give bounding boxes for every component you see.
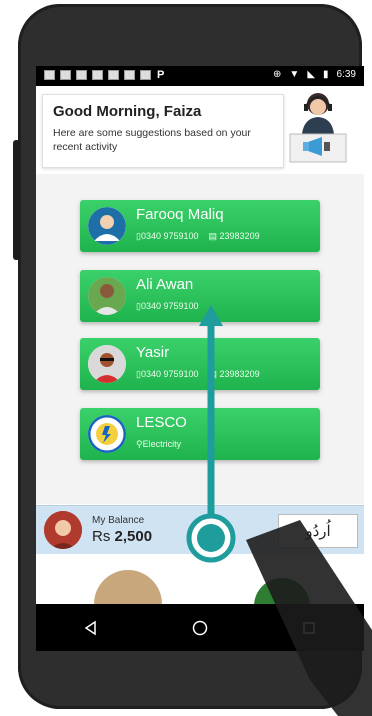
notification-icon [124, 70, 135, 80]
vibrate-icon: ⊕ [273, 69, 282, 80]
support-agent-icon[interactable] [288, 90, 348, 170]
balance-currency: Rs [92, 528, 111, 545]
balance-value: Rs 2,500 [92, 528, 152, 545]
contact-account: 23983209 [219, 231, 260, 241]
notification-icon [76, 70, 87, 80]
contact-phone: 0340 9759100 [140, 301, 199, 311]
android-nav-bar [36, 604, 364, 651]
greeting-card: Good Morning, Faiza Here are some sugges… [42, 94, 284, 168]
contact-card-yasir[interactable]: Yasir ▯0340 9759100 ▤ 23983209 [80, 338, 320, 390]
contact-account: 23983209 [219, 369, 260, 379]
back-button[interactable] [61, 608, 121, 648]
greeting-subtitle: Here are some suggestions based on your … [53, 127, 251, 153]
clock: 6:39 [336, 69, 356, 80]
home-button[interactable] [170, 608, 230, 648]
balance-bar: My Balance Rs 2,500 اُردُو [36, 505, 364, 554]
bottom-content [36, 554, 364, 638]
battery-icon: ▮ [323, 69, 329, 80]
phone-icon: ▯0340 9759100 [136, 369, 199, 379]
contact-card-farooq[interactable]: Farooq Maliq ▯0340 9759100 ▤ 23983209 [80, 200, 320, 252]
contact-details: ⚲Electricity [136, 439, 181, 450]
contact-name: Yasir [136, 344, 170, 361]
contact-card-lesco[interactable]: LESCO ⚲Electricity [80, 408, 320, 460]
notification-icon [92, 70, 103, 80]
status-right: ⊕ ▼ ◣ ▮ 6:39 [273, 69, 356, 80]
status-bar: P ⊕ ▼ ◣ ▮ 6:39 [36, 66, 364, 86]
app-screen: P ⊕ ▼ ◣ ▮ 6:39 Good Morning, Faiza Here … [36, 66, 364, 651]
back-icon [84, 620, 96, 635]
contact-details: ▯0340 9759100 [136, 301, 199, 312]
contact-details: ▯0340 9759100 ▤ 23983209 [136, 369, 260, 380]
notification-icon [60, 70, 71, 80]
balance-amount: 2,500 [114, 528, 153, 545]
user-avatar[interactable] [44, 511, 82, 549]
location-pin-icon: ⚲Electricity [136, 439, 182, 449]
contact-category: Electricity [142, 439, 182, 449]
contact-phone: 0340 9759100 [140, 369, 199, 379]
phone-icon: ▯0340 9759100 [136, 231, 199, 241]
account-icon: ▤ 23983209 [208, 369, 260, 379]
contact-name: Ali Awan [136, 276, 194, 293]
parking-icon: P [157, 69, 165, 81]
notification-icon [44, 70, 55, 80]
balance-label: My Balance [92, 515, 145, 526]
signal-icon: ◣ [307, 69, 316, 80]
avatar [88, 345, 126, 383]
phone-icon: ▯0340 9759100 [136, 301, 199, 311]
avatar [88, 207, 126, 245]
avatar [88, 277, 126, 315]
recents-button[interactable] [279, 608, 339, 648]
contact-card-ali[interactable]: Ali Awan ▯0340 9759100 [80, 270, 320, 322]
greeting-title: Good Morning, Faiza [53, 103, 202, 120]
wifi-icon: ▼ [289, 69, 300, 80]
notification-icons: P [44, 70, 164, 81]
contact-name: Farooq Maliq [136, 206, 224, 223]
contact-name: LESCO [136, 414, 187, 431]
contact-details: ▯0340 9759100 ▤ 23983209 [136, 231, 260, 242]
content-peek [94, 570, 310, 638]
notification-icon [140, 70, 151, 80]
recents-icon [303, 621, 316, 634]
contact-phone: 0340 9759100 [140, 231, 199, 241]
lesco-logo-icon [88, 415, 126, 453]
home-icon [192, 620, 208, 635]
phone-side-button [13, 140, 20, 260]
account-icon: ▤ 23983209 [208, 231, 260, 241]
urdu-language-button[interactable]: اُردُو [278, 514, 358, 548]
notification-icon [108, 70, 119, 80]
